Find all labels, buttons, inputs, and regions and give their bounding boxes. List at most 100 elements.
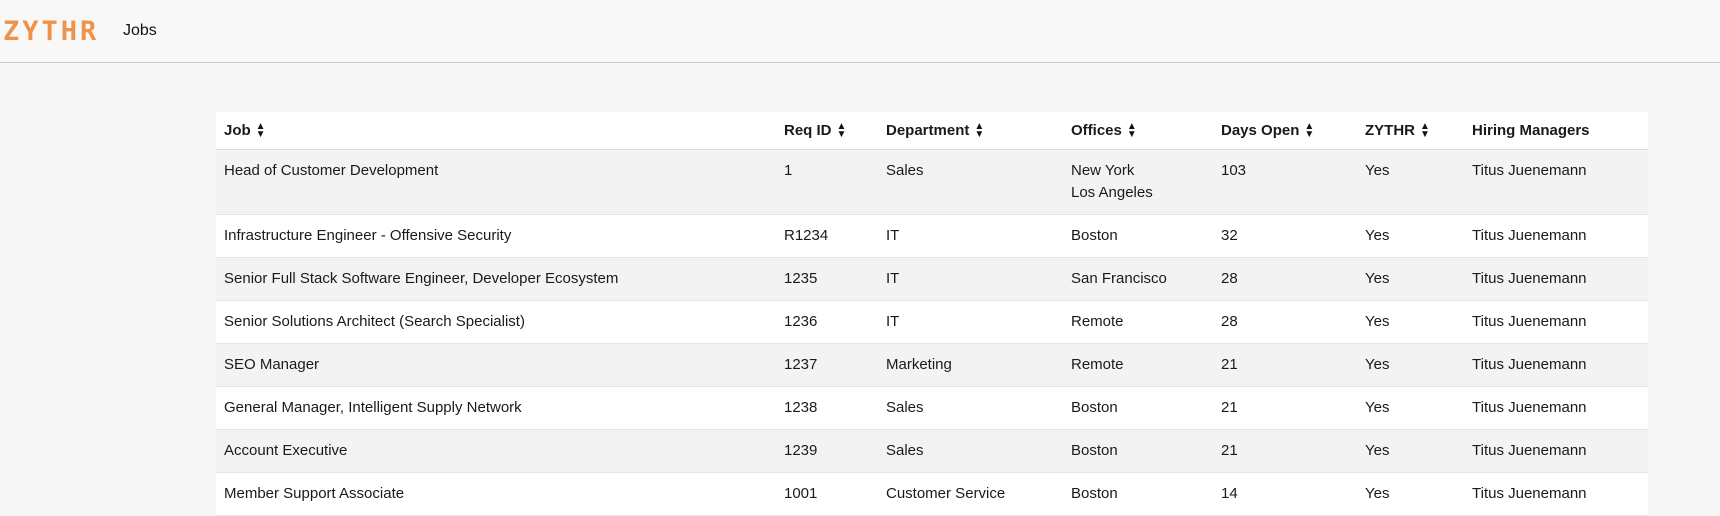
req-id-cell: 1001	[776, 472, 878, 516]
table-body: Head of Customer Development 1 Sales New Yo…	[216, 149, 1648, 516]
days-open-cell: 103	[1213, 149, 1357, 215]
job-title-cell[interactable]: SEO Manager	[216, 343, 776, 387]
hiring-managers-cell: Titus Juenemann	[1464, 472, 1648, 516]
req-id-cell: 1	[776, 149, 878, 215]
office-name: New York	[1071, 162, 1135, 179]
column-header-days-open[interactable]: Days Open ▲ ▼	[1213, 112, 1357, 150]
office-name: Boston	[1071, 485, 1118, 502]
header-row: Job ▲ ▼ Req ID ▲ ▼ Department ▲ ▼ Offices ▲ ▼ Days O…	[216, 112, 1648, 150]
hiring-managers-cell: Titus Juenemann	[1464, 149, 1648, 215]
column-header-label: Offices	[1071, 121, 1122, 139]
column-header-job[interactable]: Job ▲ ▼	[216, 112, 776, 150]
hiring-managers-cell: Titus Juenemann	[1464, 300, 1648, 344]
table-row[interactable]: Member Support Associate 1001 Customer Ser…	[216, 472, 1648, 516]
offices-cell: Boston	[1063, 472, 1213, 516]
days-open-cell: 21	[1213, 343, 1357, 387]
sort-icon[interactable]: ▲ ▼	[256, 122, 266, 140]
department-cell: Sales	[878, 149, 1063, 215]
req-id-cell: 1236	[776, 300, 878, 344]
offices-cell: Boston	[1063, 429, 1213, 473]
hiring-managers-cell: Titus Juenemann	[1464, 429, 1648, 473]
column-header-label: Days Open	[1221, 121, 1300, 139]
department-cell: Marketing	[878, 343, 1063, 387]
days-open-cell: 28	[1213, 257, 1357, 301]
sort-icon[interactable]: ▲ ▼	[1420, 122, 1430, 140]
table-row[interactable]: General Manager, Intelligent Supply Netw…	[216, 386, 1648, 430]
zythr-cell: Yes	[1357, 214, 1464, 258]
department-cell: Customer Service	[878, 472, 1063, 516]
req-id-cell: 1237	[776, 343, 878, 387]
job-title-cell[interactable]: Head of Customer Development	[216, 149, 776, 215]
days-open-cell: 21	[1213, 386, 1357, 430]
table-row[interactable]: Account Executive 1239 Sales Boston 21 Yes Tit…	[216, 429, 1648, 473]
zythr-cell: Yes	[1357, 343, 1464, 387]
top-navbar: ZYTHR Jobs	[0, 0, 1720, 63]
zythr-cell: Yes	[1357, 386, 1464, 430]
days-open-cell: 28	[1213, 300, 1357, 344]
hiring-managers-cell: Titus Juenemann	[1464, 386, 1648, 430]
offices-cell: San Francisco	[1063, 257, 1213, 301]
offices-cell: Remote	[1063, 343, 1213, 387]
department-cell: IT	[878, 257, 1063, 301]
offices-cell: New York Los Angeles	[1063, 149, 1213, 215]
table-row[interactable]: Senior Full Stack Software Engineer, Dev…	[216, 257, 1648, 301]
table-row[interactable]: Senior Solutions Architect (Search Speci…	[216, 300, 1648, 344]
department-cell: IT	[878, 300, 1063, 344]
zythr-cell: Yes	[1357, 429, 1464, 473]
req-id-cell: R1234	[776, 214, 878, 258]
office-name: Remote	[1071, 313, 1124, 330]
office-name: Los Angeles	[1071, 184, 1153, 201]
office-name: San Francisco	[1071, 270, 1167, 287]
zythr-cell: Yes	[1357, 300, 1464, 344]
offices-cell: Boston	[1063, 386, 1213, 430]
sort-icon[interactable]: ▲ ▼	[1304, 122, 1314, 140]
days-open-cell: 14	[1213, 472, 1357, 516]
req-id-cell: 1239	[776, 429, 878, 473]
table-row[interactable]: Infrastructure Engineer - Offensive Secu…	[216, 214, 1648, 258]
column-header-label: Department	[886, 121, 970, 139]
offices-cell: Remote	[1063, 300, 1213, 344]
nav-jobs-link[interactable]: Jobs	[123, 22, 157, 40]
sort-icon[interactable]: ▲ ▼	[837, 122, 847, 140]
hiring-managers-cell: Titus Juenemann	[1464, 214, 1648, 258]
sort-icon[interactable]: ▲ ▼	[1127, 122, 1137, 140]
column-header-label: Req ID	[784, 121, 832, 139]
job-title-cell[interactable]: Account Executive	[216, 429, 776, 473]
days-open-cell: 21	[1213, 429, 1357, 473]
jobs-table: Job ▲ ▼ Req ID ▲ ▼ Department ▲ ▼ Offices ▲ ▼ Days O…	[216, 112, 1648, 516]
job-title-cell[interactable]: Senior Full Stack Software Engineer, Dev…	[216, 257, 776, 301]
table-row[interactable]: SEO Manager 1237 Marketing Remote 21 Yes Titus…	[216, 343, 1648, 387]
column-header-label: Job	[224, 121, 251, 139]
office-name: Boston	[1071, 227, 1118, 244]
job-title-cell[interactable]: Member Support Associate	[216, 472, 776, 516]
sort-icon[interactable]: ▲ ▼	[974, 122, 984, 140]
zythr-cell: Yes	[1357, 257, 1464, 301]
zythr-cell: Yes	[1357, 472, 1464, 516]
job-title-cell[interactable]: Infrastructure Engineer - Offensive Secu…	[216, 214, 776, 258]
jobs-table-container: Job ▲ ▼ Req ID ▲ ▼ Department ▲ ▼ Offices ▲ ▼ Days O…	[216, 112, 1648, 516]
office-name: Remote	[1071, 356, 1124, 373]
job-title-cell[interactable]: Senior Solutions Architect (Search Speci…	[216, 300, 776, 344]
job-title-cell[interactable]: General Manager, Intelligent Supply Netw…	[216, 386, 776, 430]
hiring-managers-cell: Titus Juenemann	[1464, 343, 1648, 387]
zythr-logo[interactable]: ZYTHR	[3, 17, 99, 47]
column-header-zythr[interactable]: ZYTHR ▲ ▼	[1357, 112, 1464, 150]
days-open-cell: 32	[1213, 214, 1357, 258]
department-cell: IT	[878, 214, 1063, 258]
column-header-label: ZYTHR	[1365, 121, 1415, 139]
offices-cell: Boston	[1063, 214, 1213, 258]
office-name: Boston	[1071, 442, 1118, 459]
department-cell: Sales	[878, 429, 1063, 473]
department-cell: Sales	[878, 386, 1063, 430]
column-header-offices[interactable]: Offices ▲ ▼	[1063, 112, 1213, 150]
column-header-req-id[interactable]: Req ID ▲ ▼	[776, 112, 878, 150]
column-header-label: Hiring Managers	[1472, 122, 1590, 139]
office-name: Boston	[1071, 399, 1118, 416]
req-id-cell: 1238	[776, 386, 878, 430]
table-row[interactable]: Head of Customer Development 1 Sales New Yo…	[216, 149, 1648, 215]
req-id-cell: 1235	[776, 257, 878, 301]
column-header-department[interactable]: Department ▲ ▼	[878, 112, 1063, 150]
column-header-hiring-managers: Hiring Managers	[1464, 112, 1648, 150]
table-header: Job ▲ ▼ Req ID ▲ ▼ Department ▲ ▼ Offices ▲ ▼ Days O…	[216, 112, 1648, 150]
zythr-cell: Yes	[1357, 149, 1464, 215]
